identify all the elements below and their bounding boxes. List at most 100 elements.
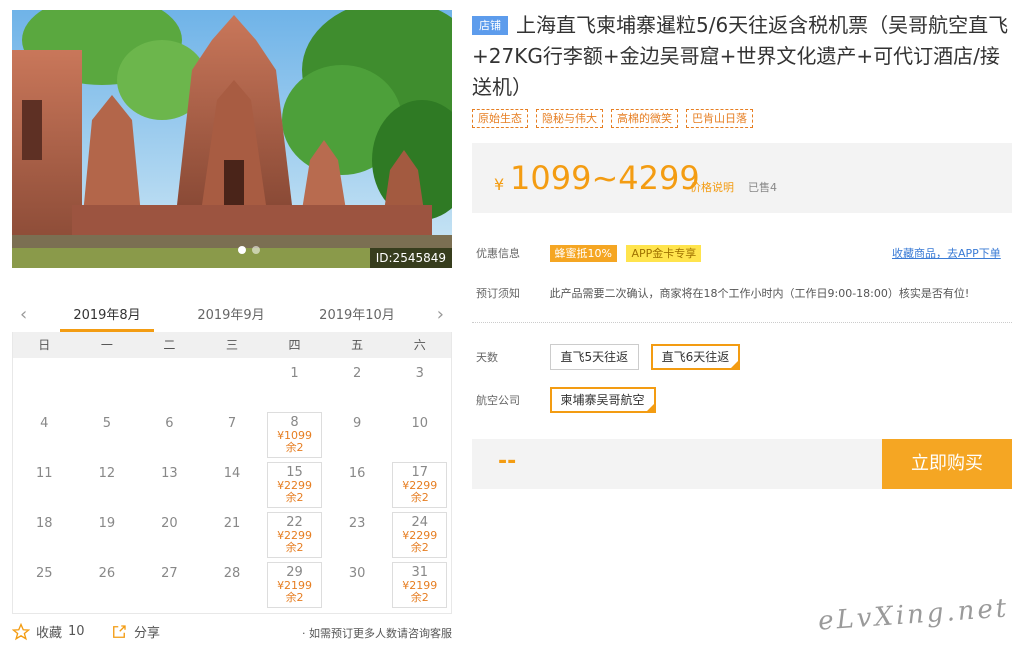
chevron-left-icon[interactable]: ‹	[20, 304, 27, 325]
share-button[interactable]: 分享	[110, 622, 160, 641]
carousel-dot[interactable]	[238, 246, 246, 254]
day-number: 25	[36, 566, 53, 581]
weekday-label: 六	[413, 338, 426, 352]
weekday-label: 五	[351, 338, 364, 352]
chevron-right-icon[interactable]: ›	[437, 304, 444, 325]
day-number: 5	[102, 416, 111, 431]
day-number: 4	[40, 416, 49, 431]
share-icon	[113, 624, 126, 638]
day-remaining: 余2	[285, 591, 304, 604]
day-number: 14	[223, 466, 241, 481]
calendar-day: 27	[138, 560, 201, 610]
weekday-label: 二	[163, 338, 176, 352]
calendar-day	[76, 360, 139, 410]
calendar-day-available[interactable]: 24 ¥2299 余2	[392, 512, 447, 558]
tab-month-oct[interactable]: 2019年10月	[302, 304, 412, 323]
option-airline[interactable]: 柬埔寨吴哥航空	[549, 387, 656, 413]
calendar-day-available[interactable]: 17 ¥2299 余2	[392, 462, 447, 508]
day-number: 28	[223, 566, 241, 581]
promo-badge-honey: 蜂蜜抵10%	[549, 245, 617, 262]
shop-badge[interactable]: 店铺	[472, 16, 508, 35]
day-number: 17	[411, 465, 428, 480]
carousel-dot[interactable]	[252, 246, 260, 254]
calendar-day: 16	[326, 460, 389, 510]
product-tag[interactable]: 高棉的微笑	[611, 109, 678, 128]
day-remaining: 余2	[285, 491, 304, 504]
calendar-day: 21	[201, 510, 264, 560]
favorite-app-link[interactable]: 收藏商品，去APP下单	[892, 245, 1001, 261]
calendar-day-available[interactable]: 22 ¥2299 余2	[267, 512, 322, 558]
calendar-day: 20	[138, 510, 201, 560]
notice-text: 此产品需要二次确认，商家将在18个工作小时内（工作日9:00-18:00）核实是…	[549, 287, 970, 300]
product-tag[interactable]: 隐秘与伟大	[536, 109, 603, 128]
day-number: 30	[348, 566, 366, 581]
day-number: 3	[415, 366, 424, 381]
calendar-day: 23	[326, 510, 389, 560]
weekday-label: 一	[100, 338, 113, 352]
product-header: 店铺 上海直飞柬埔寨暹粒5/6天往返含税机票（吴哥航空直飞+27KG行李额+金边吴…	[472, 10, 1012, 128]
contact-note: · 如需预订更多人数请咨询客服	[302, 627, 452, 640]
calendar-day: 13	[138, 460, 201, 510]
calendar-day: 5	[76, 410, 139, 460]
buy-now-button[interactable]: 立即购买	[882, 439, 1012, 489]
calendar-day: 28	[201, 560, 264, 610]
calendar-day: 6	[138, 410, 201, 460]
buy-bar: -- 立即购买	[472, 439, 1012, 489]
day-number: 29	[286, 565, 303, 580]
calendar-day: 30	[326, 560, 389, 610]
calendar-day	[13, 360, 76, 410]
watermark-logo: eLvXing.net	[817, 593, 1011, 637]
calendar-day: 26	[76, 560, 139, 610]
sold-count: 已售4	[748, 181, 777, 194]
temple-photo-illustration	[12, 10, 452, 268]
calendar-day: 14	[201, 460, 264, 510]
promo-label: 优惠信息	[476, 247, 520, 260]
calendar-day: 10	[388, 410, 451, 460]
calendar-month-tabs: ‹ 2019年8月 2019年9月 2019年10月 ›	[12, 298, 452, 332]
calendar-day: 25	[13, 560, 76, 610]
selected-price: --	[498, 449, 517, 474]
carousel-dots	[238, 246, 260, 254]
day-number: 31	[411, 565, 428, 580]
calendar-day-available[interactable]: 15 ¥2299 余2	[267, 462, 322, 508]
day-number: 13	[161, 466, 178, 481]
calendar-day: 3	[388, 360, 451, 410]
calendar-day: 19	[76, 510, 139, 560]
star-icon	[12, 622, 30, 640]
price-explain-link[interactable]: 价格说明	[690, 179, 734, 195]
calendar-day: 2	[326, 360, 389, 410]
day-number: 19	[98, 516, 116, 531]
weekday-label: 三	[225, 338, 238, 352]
product-tag[interactable]: 原始生态	[472, 109, 528, 128]
notice-label: 预订须知	[476, 287, 520, 300]
day-number: 12	[98, 466, 116, 481]
day-number: 22	[286, 515, 303, 530]
weekday-header: 日一二三四五六	[13, 332, 451, 358]
product-title-block: 店铺 上海直飞柬埔寨暹粒5/6天往返含税机票（吴哥航空直飞+27KG行李额+金边吴…	[472, 10, 1012, 103]
product-title: 上海直飞柬埔寨暹粒5/6天往返含税机票（吴哥航空直飞+27KG行李额+金边吴哥窟…	[472, 13, 1009, 99]
calendar-day: 1	[263, 360, 326, 410]
option-5-days[interactable]: 直飞5天往返	[549, 344, 640, 370]
days-label: 天数	[476, 351, 498, 364]
product-photo[interactable]: ID:2545849	[12, 10, 452, 268]
calendar-day-available[interactable]: 29 ¥2199 余2	[267, 562, 322, 608]
tab-month-aug[interactable]: 2019年8月	[52, 304, 162, 332]
calendar-day-available[interactable]: 31 ¥2199 余2	[392, 562, 447, 608]
price-box: ¥ 1099~4299 价格说明 已售4	[472, 143, 1012, 213]
price-currency: ¥	[494, 175, 505, 194]
tab-month-sep[interactable]: 2019年9月	[176, 304, 286, 323]
product-tag[interactable]: 巴肯山日落	[686, 109, 753, 128]
product-tags: 原始生态 隐秘与伟大 高棉的微笑 巴肯山日落	[472, 109, 1012, 128]
day-number: 7	[227, 416, 237, 431]
favorite-label: 收藏	[36, 626, 63, 641]
option-6-days[interactable]: 直飞6天往返	[650, 344, 741, 370]
calendar-day: 7	[201, 410, 264, 460]
calendar-day-available[interactable]: 8 ¥1099 余2	[267, 412, 322, 458]
day-remaining: 余2	[285, 441, 304, 454]
favorite-button[interactable]: 收藏 10	[12, 622, 85, 641]
day-remaining: 余2	[410, 541, 429, 554]
calendar-day	[138, 360, 201, 410]
calendar-day: 4	[13, 410, 76, 460]
day-number: 15	[286, 465, 303, 480]
calendar-day: 12	[76, 460, 139, 510]
